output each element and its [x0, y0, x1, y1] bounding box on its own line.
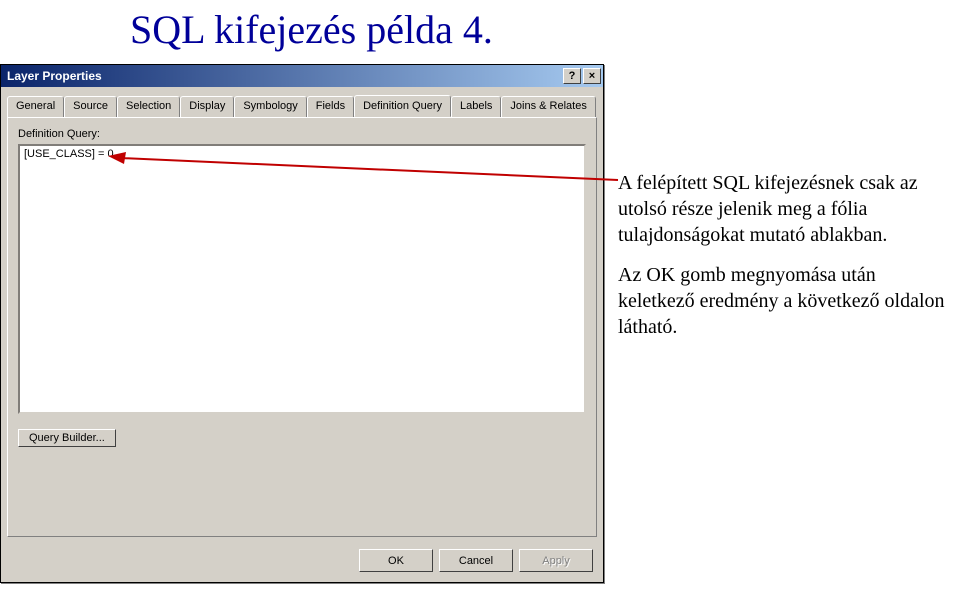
slide-title: SQL kifejezés példa 4. [130, 6, 493, 53]
help-button[interactable]: ? [563, 68, 581, 84]
apply-button[interactable]: Apply [519, 549, 593, 572]
close-button[interactable]: × [583, 68, 601, 84]
annotation-p1: A felépített SQL kifejezésnek csak az ut… [618, 170, 948, 248]
layer-properties-dialog: Layer Properties ? × General Source Sele… [0, 64, 604, 583]
ok-button[interactable]: OK [359, 549, 433, 572]
dialog-button-row: OK Cancel Apply [1, 543, 603, 582]
tab-labels[interactable]: Labels [451, 96, 501, 118]
tab-symbology[interactable]: Symbology [234, 96, 306, 118]
tab-general[interactable]: General [7, 96, 64, 118]
cancel-button[interactable]: Cancel [439, 549, 513, 572]
tab-selection[interactable]: Selection [117, 96, 180, 118]
query-builder-button[interactable]: Query Builder... [18, 429, 116, 447]
titlebar: Layer Properties ? × [1, 65, 603, 87]
tab-definition-query[interactable]: Definition Query [354, 95, 451, 117]
defquery-label: Definition Query: [18, 128, 586, 140]
annotation-p2: Az OK gomb megnyomása után keletkező ere… [618, 262, 948, 340]
tab-display[interactable]: Display [180, 96, 234, 118]
annotation-text: A felépített SQL kifejezésnek csak az ut… [618, 170, 948, 354]
tab-fields[interactable]: Fields [307, 96, 354, 118]
definition-query-input[interactable] [18, 144, 586, 414]
tab-joins-relates[interactable]: Joins & Relates [501, 96, 595, 118]
tab-source[interactable]: Source [64, 96, 117, 118]
tabs-row: General Source Selection Display Symbolo… [1, 87, 603, 117]
tab-panel: Definition Query: Query Builder... [7, 117, 597, 537]
titlebar-text: Layer Properties [7, 69, 561, 83]
